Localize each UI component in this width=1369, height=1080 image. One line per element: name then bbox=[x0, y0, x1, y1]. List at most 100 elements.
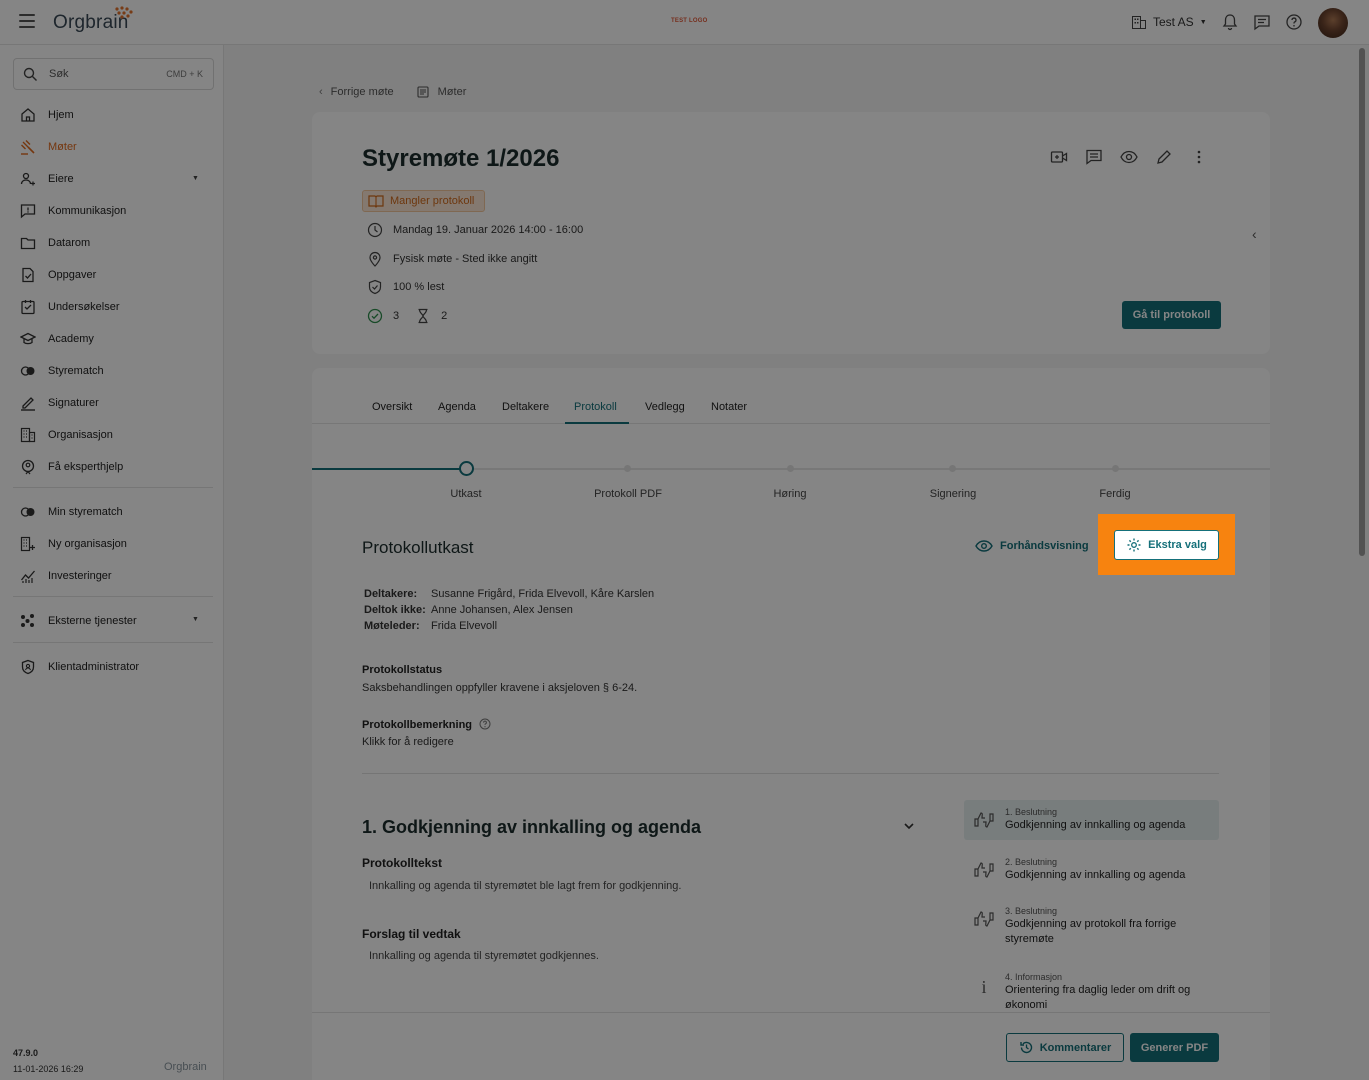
agenda-nav-name: Godkjenning av innkalling og agenda bbox=[1005, 819, 1186, 831]
sidebar: Søk CMD + K Hjem Møter Eiere ▼ Kommunika… bbox=[0, 45, 224, 1080]
meeting-read-text: 100 % lest bbox=[393, 281, 445, 293]
search-input[interactable]: Søk CMD + K bbox=[13, 58, 214, 90]
sidebar-item-styrematch[interactable]: Styrematch bbox=[20, 363, 104, 379]
tab-vedlegg[interactable]: Vedlegg bbox=[645, 401, 685, 413]
tab-deltakere[interactable]: Deltakere bbox=[502, 401, 549, 413]
organization-switcher[interactable]: Test AS ▼ bbox=[1131, 14, 1207, 30]
absent-label: Deltok ikke: bbox=[364, 604, 426, 616]
chat-icon bbox=[20, 204, 36, 219]
tab-protokoll[interactable]: Protokoll bbox=[574, 401, 617, 413]
tab-oversikt[interactable]: Oversikt bbox=[372, 401, 412, 413]
tab-agenda[interactable]: Agenda bbox=[438, 401, 476, 413]
step-label-signering[interactable]: Signering bbox=[893, 488, 1013, 500]
sidebar-item-klientadministrator[interactable]: Klientadministrator bbox=[20, 659, 139, 675]
meeting-read-status: 100 % lest bbox=[367, 279, 444, 295]
chevron-down-icon[interactable]: ▼ bbox=[192, 175, 199, 182]
help-icon[interactable] bbox=[479, 718, 491, 730]
hourglass-icon bbox=[418, 308, 428, 324]
clock-icon bbox=[367, 222, 383, 238]
collapse-panel-icon[interactable]: ‹ bbox=[1252, 226, 1257, 242]
decision-icon bbox=[972, 860, 996, 884]
step-label-protokoll-pdf[interactable]: Protokoll PDF bbox=[568, 488, 688, 500]
sidebar-item-label: Styrematch bbox=[48, 365, 104, 377]
sidebar-item-organisasjon[interactable]: Organisasjon bbox=[20, 427, 113, 443]
version-number: 47.9.0 bbox=[13, 1048, 39, 1058]
sidebar-item-kommunikasjon[interactable]: Kommunikasjon bbox=[20, 203, 126, 219]
comments-button[interactable]: Kommentarer bbox=[1006, 1033, 1124, 1062]
step-label-utkast[interactable]: Utkast bbox=[406, 488, 526, 500]
sidebar-item-datarom[interactable]: Datarom bbox=[20, 235, 90, 251]
decision-icon bbox=[972, 909, 996, 933]
sidebar-item-moter[interactable]: Møter bbox=[20, 139, 77, 155]
sidebar-item-academy[interactable]: Academy bbox=[20, 331, 94, 347]
chevron-down-icon[interactable] bbox=[903, 820, 915, 832]
pending-count: 2 bbox=[441, 310, 448, 322]
sidebar-item-label: Academy bbox=[48, 333, 94, 345]
extra-options-button[interactable]: Ekstra valg bbox=[1114, 530, 1219, 560]
sidebar-divider bbox=[13, 642, 213, 643]
agenda-nav-item[interactable]: 3. Beslutning Godkjenning av protokoll fr… bbox=[964, 899, 1219, 953]
eye-icon[interactable] bbox=[1120, 148, 1138, 166]
generate-pdf-button[interactable]: Generer PDF bbox=[1130, 1033, 1219, 1062]
agenda-nav-item[interactable]: 1. Beslutning Godkjenning av innkalling o… bbox=[964, 800, 1219, 840]
sidebar-item-eiere[interactable]: Eiere bbox=[20, 171, 74, 187]
stepper-progress bbox=[312, 468, 464, 470]
proposal-label: Forslag til vedtak bbox=[362, 927, 461, 941]
sidebar-item-oppgaver[interactable]: Oppgaver bbox=[20, 267, 96, 283]
sidebar-divider bbox=[13, 596, 213, 597]
decision-icon bbox=[972, 810, 996, 834]
tab-notater[interactable]: Notater bbox=[711, 401, 747, 413]
building-icon bbox=[1132, 16, 1146, 29]
sidebar-item-label: Møter bbox=[48, 141, 77, 153]
sidebar-item-label: Få eksperthjelp bbox=[48, 461, 124, 473]
help-icon[interactable] bbox=[1285, 13, 1303, 31]
protocol-text-value[interactable]: Innkalling og agenda til styremøtet ble … bbox=[369, 880, 681, 892]
leader-row: Møteleder: Frida Elvevoll bbox=[364, 618, 497, 634]
active-tab-indicator bbox=[565, 422, 629, 424]
sidebar-item-investeringer[interactable]: Investeringer bbox=[20, 568, 112, 584]
agenda-nav-item[interactable]: i 4. Informasjon Orientering fra daglig l… bbox=[964, 965, 1219, 1019]
agenda-nav-name: Godkjenning av protokoll fra forrige sty… bbox=[1005, 918, 1177, 945]
meetings-link[interactable]: Møter bbox=[438, 86, 467, 98]
home-icon bbox=[21, 108, 35, 122]
menu-icon[interactable] bbox=[19, 14, 35, 28]
step-current-marker bbox=[459, 461, 474, 476]
sidebar-item-min-styrematch[interactable]: Min styrematch bbox=[20, 504, 123, 520]
edit-icon[interactable] bbox=[1155, 148, 1173, 166]
user-avatar[interactable] bbox=[1318, 8, 1348, 38]
participants-row: Deltakere: Susanne Frigård, Frida Elvevol… bbox=[364, 586, 654, 602]
sidebar-item-eksterne-tjenester[interactable]: Eksterne tjenester bbox=[20, 613, 137, 629]
meeting-title: Styremøte 1/2026 bbox=[362, 145, 560, 172]
protocol-remark-label: Protokollbemerkning bbox=[362, 718, 491, 731]
agenda-nav-item[interactable]: 2. Beslutning Godkjenning av innkalling o… bbox=[964, 850, 1219, 890]
preview-button[interactable]: Forhåndsvisning bbox=[975, 539, 1089, 553]
proposal-value[interactable]: Innkalling og agenda til styremøtet godk… bbox=[369, 950, 599, 962]
task-icon bbox=[22, 267, 34, 283]
sidebar-item-ny-organisasjon[interactable]: Ny organisasjon bbox=[20, 536, 127, 552]
scrollbar[interactable] bbox=[1359, 48, 1365, 556]
more-vertical-icon[interactable] bbox=[1190, 148, 1208, 166]
bell-icon[interactable] bbox=[1221, 13, 1239, 31]
sidebar-item-hjem[interactable]: Hjem bbox=[20, 107, 74, 123]
sidebar-item-eksperthjelp[interactable]: Få eksperthjelp bbox=[20, 459, 123, 475]
protocol-remark-editable[interactable]: Klikk for å redigere bbox=[362, 736, 454, 748]
video-icon[interactable] bbox=[1050, 148, 1068, 166]
chevron-down-icon[interactable]: ▼ bbox=[192, 616, 199, 623]
sidebar-item-undersokelser[interactable]: Undersøkelser bbox=[20, 299, 120, 315]
previous-meeting-link[interactable]: Forrige møte bbox=[331, 86, 394, 98]
sidebar-item-label: Organisasjon bbox=[48, 429, 113, 441]
goto-protocol-button[interactable]: Gå til protokoll bbox=[1122, 301, 1221, 329]
status-badge-label: Mangler protokoll bbox=[390, 195, 475, 207]
sidebar-item-signaturer[interactable]: Signaturer bbox=[20, 395, 99, 411]
match-icon bbox=[20, 507, 35, 517]
chevron-left-icon: ‹ bbox=[319, 86, 323, 98]
expert-icon bbox=[21, 459, 35, 475]
comments-label: Kommentarer bbox=[1039, 1041, 1112, 1054]
comment-icon[interactable] bbox=[1085, 148, 1103, 166]
messages-icon[interactable] bbox=[1253, 13, 1271, 31]
building-add-icon bbox=[20, 536, 35, 552]
step-label-ferdig[interactable]: Ferdig bbox=[1055, 488, 1175, 500]
protocol-text-label: Protokolltekst bbox=[362, 856, 443, 870]
step-label-horing[interactable]: Høring bbox=[730, 488, 850, 500]
list-icon bbox=[417, 86, 429, 98]
